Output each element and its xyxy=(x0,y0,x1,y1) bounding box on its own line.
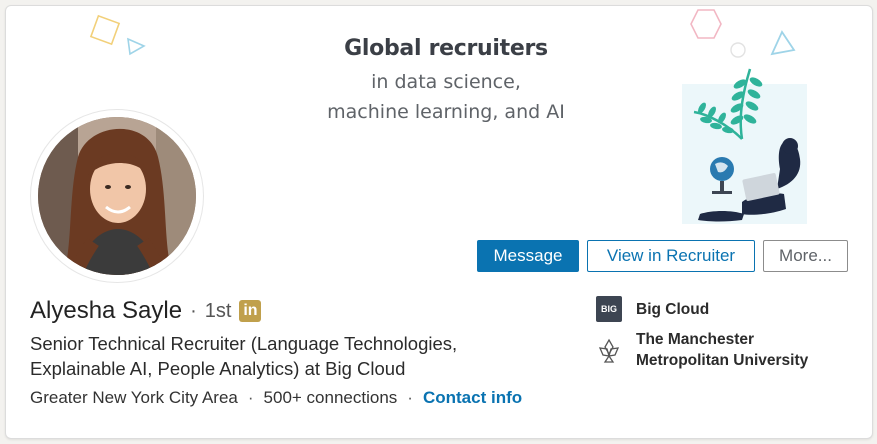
more-button[interactable]: More... xyxy=(763,240,848,272)
profile-meta-row: Greater New York City Area · 500+ connec… xyxy=(30,388,522,408)
woman-with-laptop-illustration xyxy=(682,68,807,224)
banner-subtitle-line-1: in data science, xyxy=(371,71,521,93)
yellow-square-deco xyxy=(89,14,121,46)
meta-separator: · xyxy=(247,388,254,407)
blue-triangle-deco-right xyxy=(770,30,796,56)
banner-text: Global recruiters in data science, machi… xyxy=(296,36,596,127)
view-in-recruiter-button[interactable]: View in Recruiter xyxy=(587,240,755,272)
org-education[interactable]: The Manchester Metropolitan University xyxy=(596,329,826,371)
blue-triangle-deco xyxy=(127,37,146,56)
profile-card: Global recruiters in data science, machi… xyxy=(5,5,873,439)
pink-hexagon-deco xyxy=(690,9,722,39)
connections-count[interactable]: 500+ connections xyxy=(264,388,398,408)
grey-circle-deco xyxy=(730,42,746,58)
banner-subtitle-line-2: machine learning, and AI xyxy=(327,101,565,123)
name-separator: · xyxy=(190,299,197,322)
profile-name: Alyesha Sayle xyxy=(30,297,183,324)
org-current-company[interactable]: BIG Big Cloud xyxy=(596,296,709,322)
university-logo-icon xyxy=(598,338,620,363)
profile-photo-frame[interactable] xyxy=(31,110,203,282)
meta-separator: · xyxy=(407,388,413,407)
profile-headline: Senior Technical Recruiter (Language Tec… xyxy=(30,333,458,379)
profile-photo[interactable] xyxy=(38,117,196,275)
big-cloud-logo-text: BIG xyxy=(600,304,617,314)
connection-degree: 1st xyxy=(204,299,232,322)
big-cloud-logo-icon: BIG xyxy=(596,296,622,322)
name-row: Alyesha Sayle · 1st in xyxy=(30,296,262,326)
linkedin-premium-icon: in xyxy=(239,300,262,322)
org-current-company-name: Big Cloud xyxy=(636,301,710,318)
banner-title: Global recruiters xyxy=(344,36,548,61)
profile-location: Greater New York City Area xyxy=(30,388,238,407)
org-education-name: The Manchester Metropolitan University xyxy=(636,331,809,369)
message-button[interactable]: Message xyxy=(477,240,579,272)
contact-info-link[interactable]: Contact info xyxy=(423,388,522,408)
